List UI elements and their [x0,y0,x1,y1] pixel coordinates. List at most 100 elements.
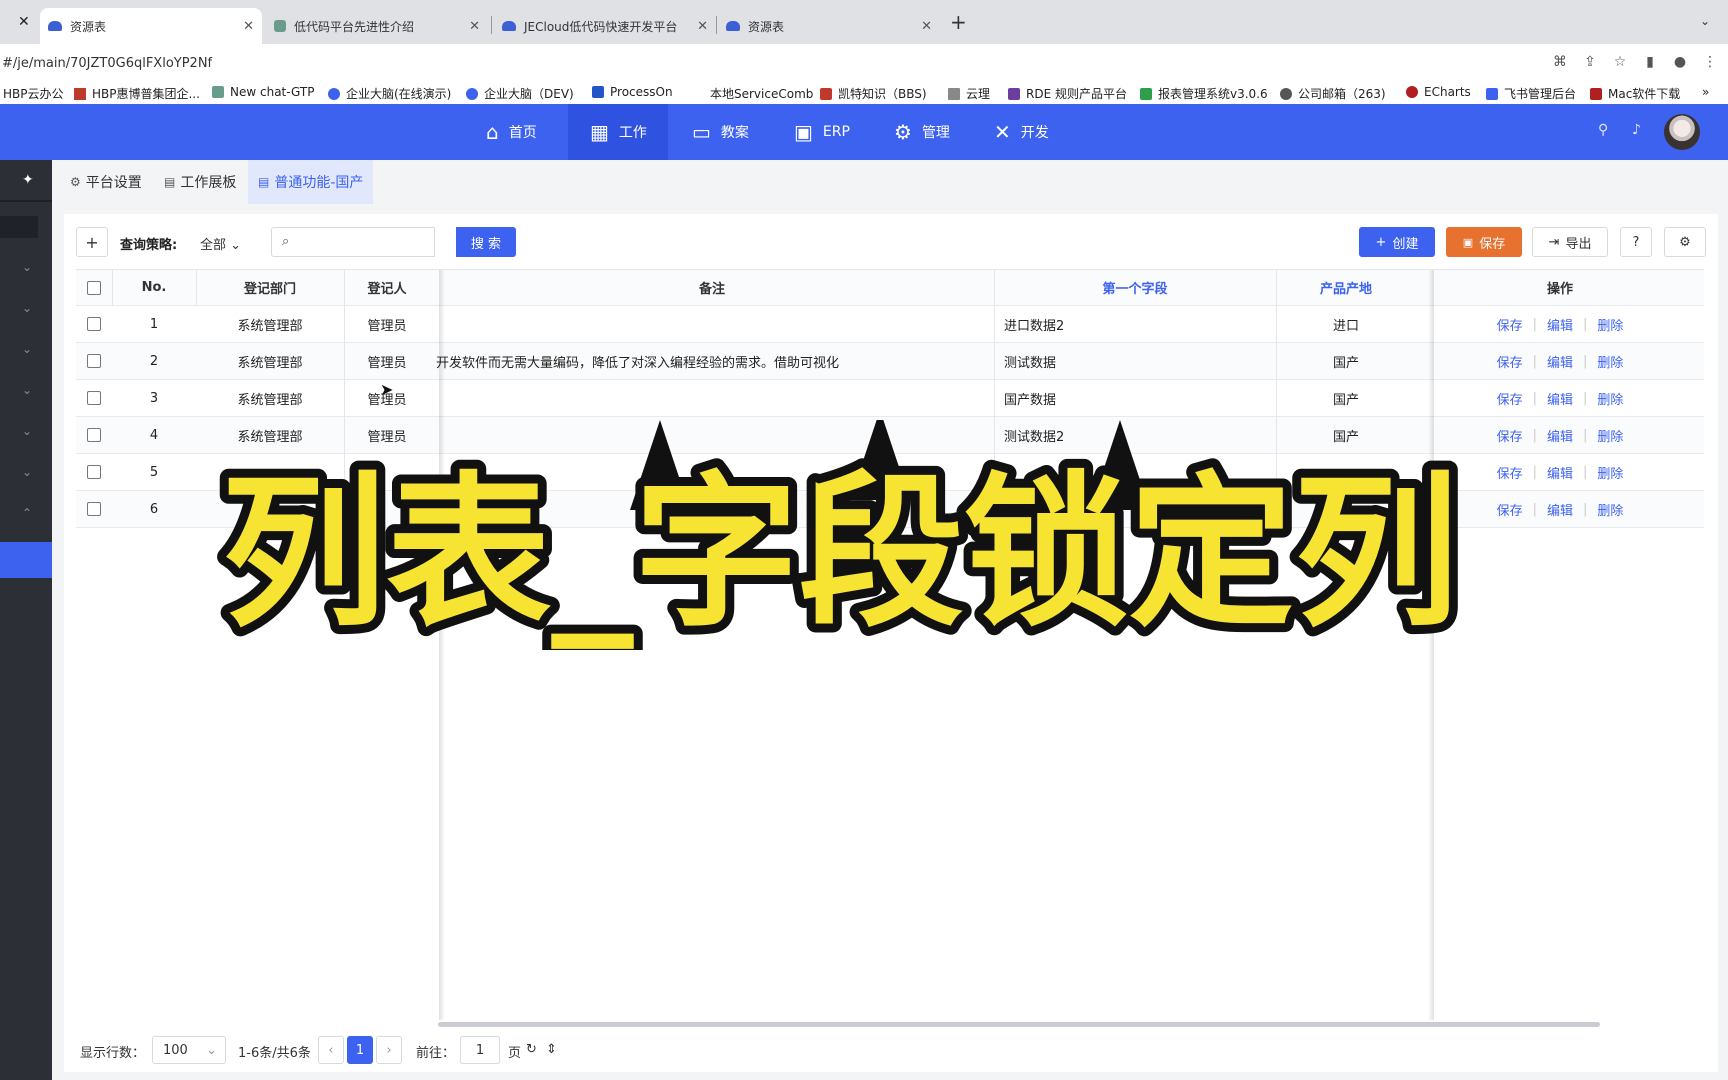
bookmark-item[interactable]: HBP惠博普集团企... [74,85,200,102]
bookmarks-more[interactable]: » [1702,85,1709,99]
table-row[interactable]: 6 系训时间，并无需进 保存 | 编辑 | 删除 [76,491,1704,528]
settings-button[interactable]: ⚙ [1664,227,1706,257]
row-checkbox[interactable] [87,465,101,479]
create-button[interactable]: + 创建 [1359,227,1435,257]
row-checkbox[interactable] [87,317,101,331]
row-save-link[interactable]: 保存 [1497,463,1523,482]
browser-tab-2[interactable]: 低代码平台先进性介绍 ✕ [266,8,488,44]
browser-tab-4[interactable]: 资源表 ✕ [718,8,940,44]
bookmark-item[interactable]: HBP云办公 [3,85,64,102]
row-checkbox[interactable] [87,354,101,368]
row-delete-link[interactable]: 删除 [1597,389,1623,408]
row-save-link[interactable]: 保存 [1497,352,1523,371]
row-delete-link[interactable]: 删除 [1597,463,1623,482]
bookmark-item[interactable]: 云理 [948,85,990,102]
bell-icon[interactable]: ♪ [1632,122,1641,138]
nav-item-work[interactable]: ▦ 工作 [568,104,668,160]
tab-common-domestic[interactable]: ▤ 普通功能-国产 [248,160,374,204]
help-button[interactable]: ? [1620,227,1652,257]
prev-page-button[interactable]: ‹ [318,1036,344,1064]
row-checkbox[interactable] [87,391,101,405]
browser-tab-1[interactable]: 资源表 ✕ [40,8,262,44]
bookmark-item[interactable]: Mac软件下载 [1590,85,1680,102]
table-row[interactable]: 5 保存 | 编辑 | 删除 [76,454,1704,491]
url-text[interactable]: #/je/main/70JZT0G6qlFXloYP2Nf [2,56,212,71]
chevron-down-icon[interactable]: ⌄ [22,383,32,397]
row-edit-link[interactable]: 编辑 [1547,426,1573,445]
col-field1[interactable]: 第一个字段 [994,270,1276,305]
row-edit-link[interactable]: 编辑 [1547,315,1573,334]
close-tab-icon[interactable]: ✕ [243,19,254,34]
sidebar-icon[interactable]: ▮ [1642,54,1658,70]
search-button[interactable]: 搜 索 [456,227,516,257]
strategy-select[interactable]: 全部 ⌄ [200,234,241,253]
chevron-up-icon[interactable]: ⌃ [22,506,32,520]
row-save-link[interactable]: 保存 [1497,500,1523,519]
row-edit-link[interactable]: 编辑 [1547,500,1573,519]
row-save-link[interactable]: 保存 [1497,389,1523,408]
rows-per-page-select[interactable]: 100 ⌄ [152,1036,226,1064]
chevron-down-icon[interactable]: ⌄ [22,342,32,356]
avatar[interactable] [1664,114,1700,150]
nav-item-erp[interactable]: ▣ ERP [784,104,884,160]
close-tab-icon[interactable]: ✕ [697,19,708,34]
close-tab-icon[interactable]: ✕ [469,19,480,34]
col-origin[interactable]: 产品产地 [1276,270,1416,305]
row-delete-link[interactable]: 删除 [1597,426,1623,445]
menu-icon[interactable]: ⋮ [1702,54,1718,70]
tab-platform-settings[interactable]: ⚙ 平台设置 [60,160,152,204]
row-edit-link[interactable]: 编辑 [1547,463,1573,482]
table-row[interactable]: 1 系统管理部 管理员 进口数据2 进口 保存 | 编辑 | 删除 [76,306,1704,343]
chevron-down-icon[interactable]: ⌄ [1700,14,1710,28]
table-row[interactable]: 4 系统管理部 管理员 测试数据2 国产 保存 | 编辑 | 删除 [76,417,1704,454]
bookmark-item[interactable]: 飞书管理后台 [1486,85,1576,102]
next-page-button[interactable]: › [376,1036,402,1064]
new-tab-button[interactable]: + [950,10,967,34]
chevron-down-icon[interactable]: ⌄ [22,260,32,274]
tab-work-board[interactable]: ▤ 工作展板 [154,160,246,204]
nav-item-manage[interactable]: ⚙ 管理 [884,104,984,160]
row-delete-link[interactable]: 删除 [1597,500,1623,519]
row-delete-link[interactable]: 删除 [1597,315,1623,334]
profile-icon[interactable]: ● [1672,54,1688,70]
row-delete-link[interactable]: 删除 [1597,352,1623,371]
bookmark-item[interactable]: ProcessOn [592,85,673,99]
share-icon[interactable]: ⇪ [1582,54,1598,70]
sidebar-item[interactable] [0,216,38,238]
star-icon[interactable]: ☆ [1612,54,1628,70]
pin-icon[interactable]: ✦ [22,172,34,188]
bookmark-item[interactable]: 本地ServiceComb [710,85,813,102]
horizontal-scrollbar[interactable] [438,1022,1600,1027]
save-button[interactable]: ▣ 保存 [1446,227,1522,257]
close-window-icon[interactable]: ✕ [18,14,30,30]
bookmark-item[interactable]: 企业大脑（DEV) [466,85,574,102]
bookmark-item[interactable]: 公司邮箱（263) [1280,85,1386,102]
bookmark-item[interactable]: 企业大脑(在线演示) [328,85,451,102]
row-save-link[interactable]: 保存 [1497,426,1523,445]
row-edit-link[interactable]: 编辑 [1547,352,1573,371]
bookmark-item[interactable]: 凯特知识（BBS) [820,85,927,102]
row-checkbox[interactable] [87,502,101,516]
row-edit-link[interactable]: 编辑 [1547,389,1573,408]
close-tab-icon[interactable]: ✕ [921,19,932,34]
goto-page-input[interactable]: 1 [460,1036,500,1064]
bookmark-item[interactable]: 报表管理系统v3.0.6 [1140,85,1268,102]
nav-item-teaching[interactable]: ▭ 教案 [682,104,782,160]
add-strategy-button[interactable]: + [76,227,108,257]
table-row[interactable]: 3 系统管理部 管理员 国产数据 国产 保存 | 编辑 | 删除 [76,380,1704,417]
sidebar-item-active[interactable] [0,542,52,578]
page-1-button[interactable]: 1 [347,1036,373,1064]
export-button[interactable]: ⇥ 导出 [1532,227,1608,257]
table-row[interactable]: 2 系统管理部 管理员 开发软件而无需大量编码，降低了对深入编程经验的需求。借助可视化… [76,343,1704,380]
row-save-link[interactable]: 保存 [1497,315,1523,334]
nav-item-dev[interactable]: ✕ 开发 [984,104,1084,160]
select-all-checkbox[interactable] [87,280,101,295]
search-input[interactable]: ⌕ [271,227,435,257]
nav-item-home[interactable]: ⌂ 首页 [476,104,572,160]
bookmark-item[interactable]: ECharts [1406,85,1471,99]
bookmark-item[interactable]: New chat-GTP [212,85,314,99]
browser-tab-3[interactable]: JECloud低代码快速开发平台 ✕ [494,8,716,44]
network-icon[interactable]: ⚲ [1598,122,1608,138]
chevron-down-icon[interactable]: ⌄ [22,465,32,479]
row-checkbox[interactable] [87,428,101,442]
